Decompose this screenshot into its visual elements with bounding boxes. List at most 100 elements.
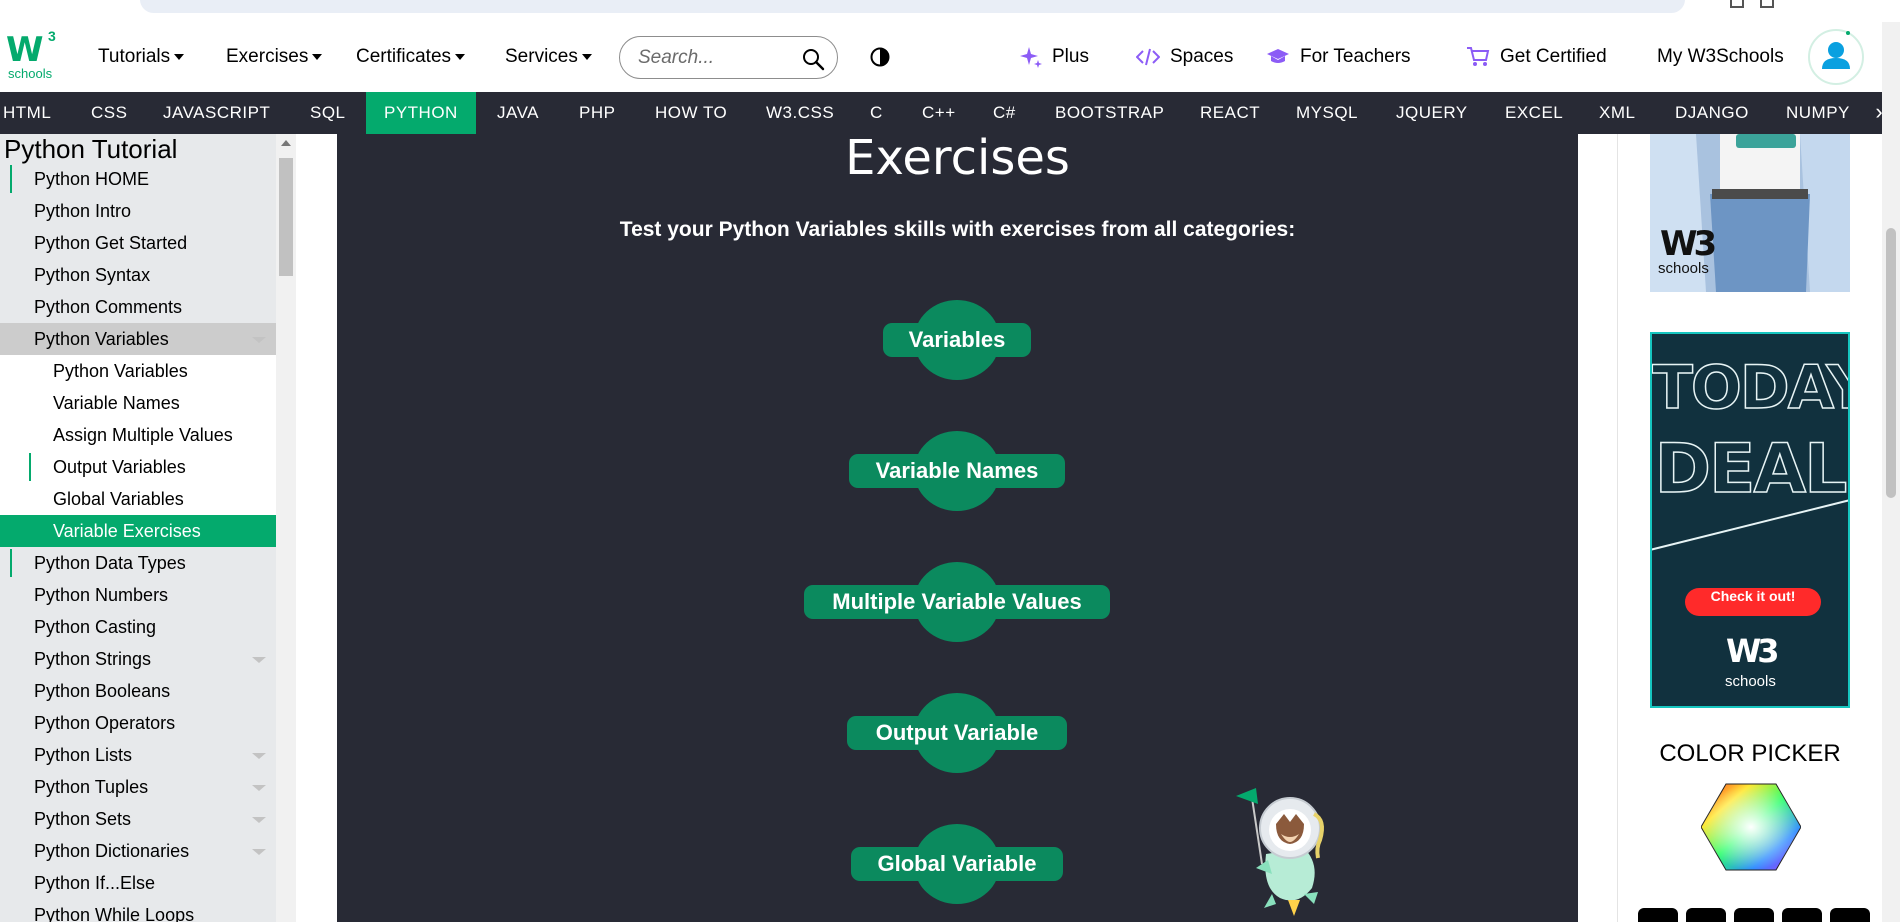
scroll-up-arrow-icon[interactable] — [281, 140, 291, 146]
get-certified-label: Get Certified — [1500, 46, 1607, 67]
browser-url-bar[interactable] — [140, 0, 1685, 13]
ad-logo-mark: W3 — [1726, 632, 1780, 670]
sidebar-item-python-syntax[interactable]: Python Syntax — [0, 259, 276, 291]
sidebar-subitem-global-variables[interactable]: Global Variables — [0, 483, 276, 515]
contrast-toggle-icon[interactable] — [870, 47, 890, 67]
exercise-button-output-variable[interactable]: Output Variable — [847, 716, 1067, 750]
window-scrollbar[interactable] — [1882, 22, 1900, 922]
lang-tab-c[interactable]: C — [852, 92, 892, 134]
user-avatar[interactable] — [1808, 29, 1864, 85]
sidebar-item-python-get-started[interactable]: Python Get Started — [0, 227, 276, 259]
sidebar-item-python-numbers[interactable]: Python Numbers — [0, 579, 276, 611]
spaces-link[interactable]: Spaces — [1136, 22, 1233, 92]
sidebar-title: Python Tutorial — [4, 134, 178, 164]
search-icon[interactable] — [801, 47, 825, 71]
sidebar-item-python-booleans[interactable]: Python Booleans — [0, 675, 276, 707]
lang-tab-javascript[interactable]: JAVASCRIPT — [145, 92, 285, 134]
sidebar-subitem-output-variables[interactable]: Output Variables — [0, 451, 276, 483]
sidebar-subitem-variable-exercises[interactable]: Variable Exercises — [0, 515, 276, 547]
lang-tab-csharp[interactable]: C# — [975, 92, 1025, 134]
exercises-panel: Exercises Test your Python Variables ski… — [337, 134, 1578, 922]
exercise-button-global-variable[interactable]: Global Variable — [851, 847, 1063, 881]
lang-tab-php[interactable]: PHP — [561, 92, 621, 134]
sidebar-item-python-operators[interactable]: Python Operators — [0, 707, 276, 739]
lang-tab-numpy[interactable]: NUMPY — [1768, 92, 1858, 134]
sidebar-item-python-if-else[interactable]: Python If...Else — [0, 867, 276, 899]
lang-tab-css[interactable]: CSS — [72, 92, 132, 134]
window-scrollbar-thumb[interactable] — [1886, 228, 1896, 498]
sidebar-item-python-intro[interactable]: Python Intro — [0, 195, 276, 227]
sidebar-subitem-assign-multiple-values[interactable]: Assign Multiple Values — [0, 419, 276, 451]
instagram-icon[interactable] — [1830, 908, 1870, 922]
browser-address-strip — [0, 0, 1900, 22]
menu-certificates[interactable]: Certificates — [356, 22, 466, 92]
for-teachers-link[interactable]: For Teachers — [1266, 22, 1411, 92]
menu-services[interactable]: Services — [505, 22, 592, 92]
sidebar-subitem-python-variables[interactable]: Python Variables — [0, 355, 276, 387]
sidebar-subitem-variable-names[interactable]: Variable Names — [0, 387, 276, 419]
exercise-button-variable-names[interactable]: Variable Names — [849, 454, 1065, 488]
menu-tutorials[interactable]: Tutorials — [98, 22, 185, 92]
sidebar-item-python-home[interactable]: Python HOME — [0, 163, 276, 195]
graduation-cap-icon — [1267, 49, 1289, 63]
lang-tab-django[interactable]: DJANGO — [1657, 92, 1757, 134]
for-teachers-label: For Teachers — [1300, 46, 1411, 67]
exercise-button-variables[interactable]: Variables — [883, 323, 1031, 357]
sidebar-item-python-lists[interactable]: Python Lists — [0, 739, 276, 771]
browser-toolbar-icon[interactable] — [1760, 0, 1774, 8]
caret-down-icon — [174, 54, 185, 60]
color-wheel-icon[interactable] — [1701, 782, 1801, 872]
exercise-button-multiple-variable-values[interactable]: Multiple Variable Values — [804, 585, 1110, 619]
sidebar-item-python-while-loops[interactable]: Python While Loops — [0, 899, 276, 922]
linkedin-icon[interactable] — [1686, 908, 1726, 922]
sidebar-item-python-casting[interactable]: Python Casting — [0, 611, 276, 643]
caret-down-icon — [581, 54, 592, 60]
cart-icon — [1467, 47, 1490, 66]
lang-tab-excel[interactable]: EXCEL — [1487, 92, 1567, 134]
lang-tab-xml[interactable]: XML — [1581, 92, 1645, 134]
get-certified-link[interactable]: Get Certified — [1466, 22, 1607, 92]
column-divider — [1617, 134, 1618, 922]
lang-tab-java[interactable]: JAVA — [479, 92, 551, 134]
sidebar-item-label: Python Variables — [34, 329, 169, 349]
discord-icon[interactable] — [1734, 908, 1774, 922]
sidebar-item-python-tuples[interactable]: Python Tuples — [0, 771, 276, 803]
sidebar-item-python-data-types[interactable]: Python Data Types — [0, 547, 276, 579]
w3schools-logo[interactable]: W 3 schools — [6, 28, 58, 81]
my-w3schools-link[interactable]: My W3Schools — [1657, 22, 1784, 92]
plus-link[interactable]: Plus — [1020, 22, 1089, 92]
youtube-icon[interactable] — [1638, 908, 1678, 922]
lang-tab-w3css[interactable]: W3.CSS — [748, 92, 848, 134]
lang-tab-python[interactable]: PYTHON — [366, 92, 476, 134]
chevron-down-icon — [252, 785, 266, 791]
chevron-down-icon — [252, 337, 266, 343]
search-input[interactable] — [638, 45, 798, 71]
lang-tab-how-to[interactable]: HOW TO — [637, 92, 737, 134]
sidebar-scrollbar-thumb[interactable] — [279, 158, 293, 276]
lang-tab-sql[interactable]: SQL — [292, 92, 358, 134]
facebook-icon[interactable] — [1782, 908, 1822, 922]
sidebar-item-label: Python Tuples — [34, 777, 149, 797]
ad-check-it-out-button[interactable]: Check it out! — [1685, 588, 1821, 616]
menu-exercises[interactable]: Exercises — [226, 22, 323, 92]
sidebar-item-python-dictionaries[interactable]: Python Dictionaries — [0, 835, 276, 867]
lang-tab-jquery[interactable]: JQUERY — [1378, 92, 1468, 134]
ad-logo-mark: W3 — [1660, 224, 1717, 264]
exercise-label: Variable Names — [875, 458, 1039, 483]
page: W 3 schools Tutorials Exercises Certific… — [0, 0, 1900, 922]
lang-tab-cpp[interactable]: C++ — [904, 92, 962, 134]
astronaut-mascot-illustration — [1236, 788, 1324, 916]
sidebar-item-python-comments[interactable]: Python Comments — [0, 291, 276, 323]
sidebar-item-python-sets[interactable]: Python Sets — [0, 803, 276, 835]
ad-banner-fashion[interactable]: W3 schools — [1650, 134, 1850, 292]
sidebar-scrollbar[interactable] — [276, 134, 296, 922]
sidebar-item-python-strings[interactable]: Python Strings — [0, 643, 276, 675]
chevron-down-icon — [252, 657, 266, 663]
lang-tab-react[interactable]: REACT — [1182, 92, 1262, 134]
lang-tab-bootstrap[interactable]: BOOTSTRAP — [1037, 92, 1167, 134]
ad-banner-todays-deal[interactable]: TODAY'S DEAL Check it out! W3 schools — [1650, 332, 1850, 708]
browser-toolbar-icon[interactable] — [1730, 0, 1744, 8]
sidebar-item-python-variables[interactable]: Python Variables — [0, 323, 276, 355]
lang-tab-mysql[interactable]: MYSQL — [1278, 92, 1358, 134]
lang-tab-html[interactable]: HTML — [0, 92, 66, 134]
